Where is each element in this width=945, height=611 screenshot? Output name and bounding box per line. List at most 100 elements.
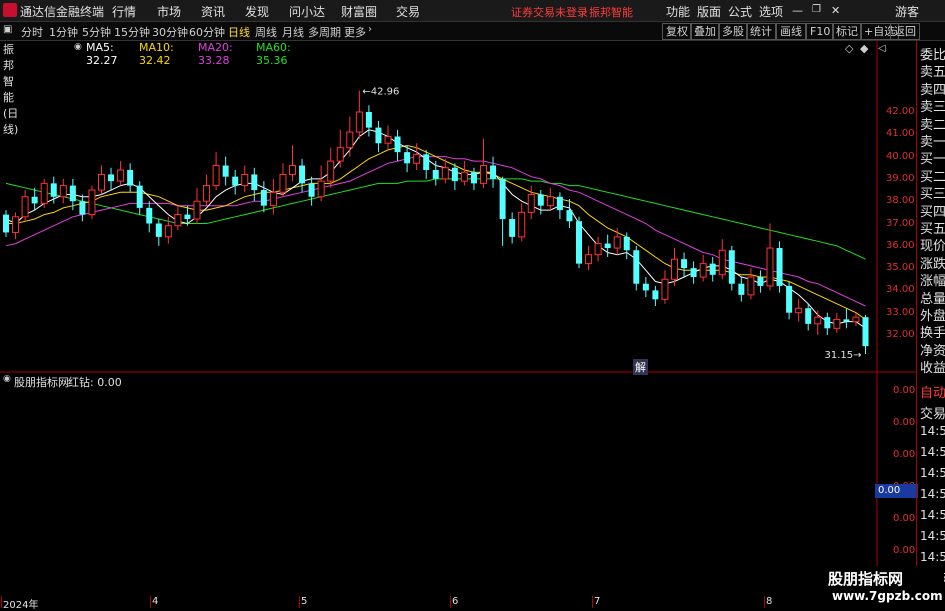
indicator-value: 红钻: 0.00 (68, 376, 122, 389)
candle (155, 219, 162, 246)
mark-button[interactable]: 标记 (832, 23, 862, 40)
guest-user[interactable]: 游客 (895, 3, 919, 20)
unlock-marker[interactable]: 解 (633, 359, 648, 375)
quote-field-label: 买三 (920, 187, 945, 203)
trade-login-notice[interactable]: 证券交易未登录 (511, 4, 588, 20)
period-multi[interactable]: 多周期 (308, 24, 341, 40)
candle (203, 174, 211, 206)
candle (652, 285, 659, 307)
indicator-axis-label: 0.00 (893, 417, 916, 428)
overlay-button[interactable]: 叠加 (690, 23, 720, 40)
period-60min[interactable]: 60分钟 (189, 24, 225, 40)
candle (127, 163, 134, 193)
candle (212, 152, 220, 191)
menu-xiaoda[interactable]: 问小达 (289, 3, 325, 20)
f10-button[interactable]: F10 (806, 23, 835, 40)
minimize-icon[interactable]: — (792, 4, 803, 17)
ma60-line (5, 178, 866, 260)
tick-time: 14:56 (920, 487, 945, 501)
menu-bar: 通达信金融终端 行情 市场 资讯 发现 问小达 财富圈 交易 证券交易未登录 振… (0, 0, 945, 22)
quote-field-label: 涨跌 (920, 256, 945, 272)
candle (642, 277, 649, 298)
price-axis-label: 34.00 (886, 284, 915, 296)
candle (499, 176, 506, 246)
toolbar-toggle-icon[interactable]: ▣ (3, 24, 12, 35)
candle (718, 239, 726, 280)
period-daily[interactable]: 日线 (228, 24, 250, 40)
menu-wealth[interactable]: 财富圈 (341, 3, 377, 20)
price-axis-label: 32.00 (886, 329, 915, 340)
candle (260, 181, 267, 213)
candle (193, 187, 201, 224)
period-timeshare[interactable]: 分时 (21, 24, 43, 40)
moving-average-lines (5, 129, 866, 329)
statistics-button[interactable]: 统计 (746, 23, 776, 40)
indicator-axis-label: 0.00 (893, 385, 916, 396)
period-more[interactable]: 更多 (344, 24, 366, 40)
candle (241, 165, 249, 193)
candle (757, 270, 764, 293)
multi-stock-button[interactable]: 多股 (718, 23, 748, 40)
menu-options[interactable]: 选项 (759, 3, 783, 20)
trade-panel-label[interactable]: 自动 (920, 382, 945, 401)
candle (308, 176, 315, 206)
menu-layout[interactable]: 版面 (697, 3, 721, 20)
draw-line-button[interactable]: 画线 (776, 23, 806, 40)
chevron-right-icon[interactable]: › (368, 24, 372, 35)
back-button[interactable]: 返回 (890, 23, 920, 40)
period-1min[interactable]: 1分钟 (49, 24, 78, 40)
indicator-axis-label: 0.00 (893, 513, 916, 524)
candle (88, 185, 96, 220)
price-axis-label: 40.00 (886, 150, 915, 162)
period-15min[interactable]: 15分钟 (114, 24, 150, 40)
menu-discover[interactable]: 发现 (245, 3, 269, 20)
time-axis-label: 4 (152, 596, 159, 607)
period-monthly[interactable]: 月线 (282, 24, 304, 40)
candle (232, 169, 239, 195)
candle (50, 176, 57, 204)
candle (843, 308, 850, 329)
menu-quotes[interactable]: 行情 (112, 3, 136, 20)
candle (862, 314, 869, 354)
time-axis-label: 6 (452, 596, 459, 607)
candle (460, 161, 468, 186)
adjust-button[interactable]: 复权 (662, 23, 692, 40)
price-axis-label: 37.00 (886, 217, 915, 229)
period-5min[interactable]: 5分钟 (82, 24, 111, 40)
candle (451, 163, 458, 191)
window-close-icon[interactable]: ✕ (831, 4, 840, 17)
candle (355, 90, 363, 139)
app-title: 通达信金融终端 (20, 5, 105, 19)
price-axis-label: 38.00 (886, 195, 915, 207)
candle (509, 212, 516, 244)
menu-functions[interactable]: 功能 (666, 3, 690, 20)
indicator-dropdown-icon[interactable]: ◉ (3, 374, 11, 384)
menu-market[interactable]: 市场 (157, 3, 181, 20)
candle (146, 201, 153, 233)
price-axis-label: 35.00 (886, 262, 915, 274)
indicator-axis-label: 0.00 (893, 449, 916, 460)
kline-chart[interactable]: ←42.96 31.15→ (0, 41, 916, 570)
candle (776, 241, 783, 293)
candle (269, 178, 277, 215)
quote-field-label: 买五 (920, 222, 945, 237)
candle (490, 156, 497, 188)
menu-formula[interactable]: 公式 (728, 3, 752, 20)
indicator-current-value: 0.00 (875, 484, 918, 498)
price-axis-label: 33.00 (886, 306, 915, 318)
menu-trade[interactable]: 交易 (396, 3, 420, 20)
indicator-name: 股朋指标网 (14, 376, 69, 389)
candle (594, 236, 602, 262)
candle (12, 212, 20, 240)
candle (728, 245, 735, 291)
period-weekly[interactable]: 周线 (255, 24, 277, 40)
restore-icon[interactable]: ❐ (812, 4, 821, 15)
period-toolbar: ▣ 分时 1分钟 5分钟 15分钟 30分钟 60分钟 日线 周线 月线 多周期… (0, 22, 945, 41)
quote-field-label: 买一 (920, 152, 945, 168)
period-30min[interactable]: 30分钟 (152, 24, 188, 40)
menu-news[interactable]: 资讯 (201, 3, 225, 20)
candle (470, 167, 477, 191)
candle (394, 129, 401, 162)
quote-panel: 委比 卖五 卖四 卖三 卖二 卖一 买一 买二 买三 买四 买五 现价 涨跌 涨幅 总量 外盘 换手 净资 收益 自动… (916, 41, 945, 601)
trade-panel-label: 交易 (920, 407, 945, 422)
